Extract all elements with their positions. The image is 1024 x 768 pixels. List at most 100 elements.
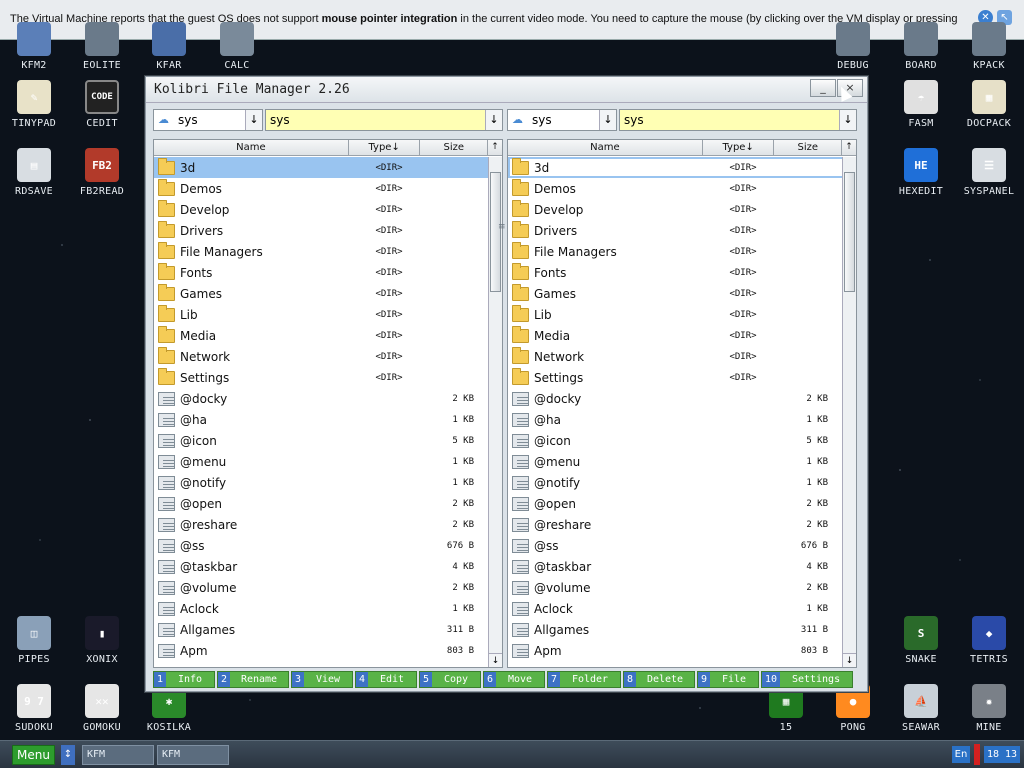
file-row[interactable]: Allgames 311 B (154, 619, 490, 640)
column-header-type[interactable]: Type↓ (349, 140, 421, 155)
fkey-settings-button[interactable]: 10 Settings (761, 671, 853, 688)
fkey-file-button[interactable]: 9 File (697, 671, 759, 688)
file-row[interactable]: @notify 1 KB (508, 472, 844, 493)
right-scrollbar[interactable]: ↓ (842, 157, 856, 667)
file-row[interactable]: File Managers <DIR> (154, 241, 490, 262)
scroll-up-button[interactable]: ↑ (842, 140, 856, 155)
left-scrollbar[interactable]: ↓ (488, 157, 502, 667)
file-row[interactable]: @reshare 2 KB (154, 514, 490, 535)
desktop-icon-tinypad[interactable]: ✎ TINYPAD (0, 80, 68, 129)
desktop-icon-eolite[interactable]: EOLITE (68, 22, 136, 71)
desktop-icon-gomoku[interactable]: ✕✕ GOMOKU (68, 684, 136, 733)
desktop-icon-xonix[interactable]: ▮ XONIX (68, 616, 136, 665)
file-row[interactable]: Network <DIR> (154, 346, 490, 367)
fkey-info-button[interactable]: 1 Info (153, 671, 215, 688)
menu-button[interactable]: Menu (12, 745, 55, 765)
file-row[interactable]: Media <DIR> (154, 325, 490, 346)
fkey-edit-button[interactable]: 4 Edit (355, 671, 417, 688)
file-row[interactable]: @docky 2 KB (154, 388, 490, 409)
file-row[interactable]: Allgames 311 B (508, 619, 844, 640)
fkey-move-button[interactable]: 6 Move (483, 671, 545, 688)
file-row[interactable]: @open 2 KB (154, 493, 490, 514)
taskbar-item-kfm[interactable]: KFM (157, 745, 229, 765)
file-row[interactable]: Demos <DIR> (508, 178, 844, 199)
file-row[interactable]: Demos <DIR> (154, 178, 490, 199)
file-row[interactable]: Media <DIR> (508, 325, 844, 346)
file-row[interactable]: @menu 1 KB (508, 451, 844, 472)
column-header-name[interactable]: Name (154, 140, 349, 155)
file-row[interactable]: 3d <DIR> (508, 157, 844, 178)
desktop-icon-rdsave[interactable]: ▤ RDSAVE (0, 148, 68, 197)
desktop-icon-cedit[interactable]: CODE CEDIT (68, 80, 136, 129)
file-row[interactable]: File Managers <DIR> (508, 241, 844, 262)
scroll-down-button[interactable]: ↓ (489, 653, 502, 667)
chevron-down-icon[interactable]: ↓ (245, 110, 262, 130)
file-row[interactable]: @ha 1 KB (154, 409, 490, 430)
file-row[interactable]: Aclock 1 KB (508, 598, 844, 619)
fkey-copy-button[interactable]: 5 Copy (419, 671, 481, 688)
file-row[interactable]: Fonts <DIR> (508, 262, 844, 283)
file-row[interactable]: Games <DIR> (154, 283, 490, 304)
fkey-view-button[interactable]: 3 View (291, 671, 353, 688)
file-row[interactable]: @reshare 2 KB (508, 514, 844, 535)
file-row[interactable]: @taskbar 4 KB (154, 556, 490, 577)
desktop-icon-hexedit[interactable]: HE HEXEDIT (887, 148, 955, 197)
left-drive-select[interactable]: ☁ sys ↓ (153, 109, 263, 131)
desktop-icon-pipes[interactable]: ◫ PIPES (0, 616, 68, 665)
desktop-icon-kpack[interactable]: KPACK (955, 22, 1023, 71)
desktop-icon-debug[interactable]: DEBUG (819, 22, 887, 71)
splitter-grip-icon[interactable]: ≡ (498, 222, 506, 232)
file-row[interactable]: @notify 1 KB (154, 472, 490, 493)
file-row[interactable]: Settings <DIR> (154, 367, 490, 388)
desktop-icon-mine[interactable]: ✹ MINE (955, 684, 1023, 733)
window-titlebar[interactable]: Kolibri File Manager 2.26 _ × (146, 77, 867, 103)
file-row[interactable]: Games <DIR> (508, 283, 844, 304)
file-row[interactable]: @icon 5 KB (154, 430, 490, 451)
file-row[interactable]: Apm 803 B (154, 640, 490, 661)
right-scrollbar-thumb[interactable] (844, 172, 855, 292)
desktop-icon-tetris[interactable]: ◆ TETRIS (955, 616, 1023, 665)
fkey-delete-button[interactable]: 8 Delete (623, 671, 695, 688)
desktop-icon-kfm2[interactable]: KFM2 (0, 22, 68, 71)
file-row[interactable]: Develop <DIR> (154, 199, 490, 220)
desktop-icon-board[interactable]: BOARD (887, 22, 955, 71)
desktop-icon-kfar[interactable]: KFAR (135, 22, 203, 71)
file-row[interactable]: Fonts <DIR> (154, 262, 490, 283)
file-row[interactable]: 3d <DIR> (154, 157, 490, 178)
language-indicator[interactable]: En (952, 746, 970, 763)
scroll-up-button[interactable]: ↑ (488, 140, 502, 155)
fkey-rename-button[interactable]: 2 Rename (217, 671, 289, 688)
chevron-down-icon[interactable]: ↓ (599, 110, 616, 130)
desktop-icon-snake[interactable]: S SNAKE (887, 616, 955, 665)
file-row[interactable]: @open 2 KB (508, 493, 844, 514)
file-row[interactable]: Drivers <DIR> (508, 220, 844, 241)
file-row[interactable]: @volume 2 KB (508, 577, 844, 598)
file-row[interactable]: Lib <DIR> (508, 304, 844, 325)
column-header-size[interactable]: Size (774, 140, 843, 155)
chevron-down-icon[interactable]: ↓ (485, 110, 502, 130)
minimize-button[interactable]: _ (810, 79, 836, 97)
file-row[interactable]: Apm 803 B (508, 640, 844, 661)
desktop-icon-syspanel[interactable]: ☰ SYSPANEL (955, 148, 1023, 197)
file-row[interactable]: @ha 1 KB (508, 409, 844, 430)
left-scrollbar-thumb[interactable] (490, 172, 501, 292)
desktop-icon-docpack[interactable]: ▦ DOCPACK (955, 80, 1023, 129)
column-header-name[interactable]: Name (508, 140, 703, 155)
file-row[interactable]: Lib <DIR> (154, 304, 490, 325)
desktop-icon-calc[interactable]: CALC (203, 22, 271, 71)
desktop-icon-seawar[interactable]: ⛵ SEAWAR (887, 684, 955, 733)
file-row[interactable]: @ss 676 B (508, 535, 844, 556)
column-header-size[interactable]: Size (420, 140, 489, 155)
file-row[interactable]: @taskbar 4 KB (508, 556, 844, 577)
desktop-icon-fb2read[interactable]: FB2 FB2READ (68, 148, 136, 197)
file-row[interactable]: Aclock 1 KB (154, 598, 490, 619)
taskbar-item-kfm[interactable]: KFM (82, 745, 154, 765)
file-row[interactable]: @menu 1 KB (154, 451, 490, 472)
taskbar-arrow-icon[interactable]: ↕ (61, 745, 75, 765)
file-row[interactable]: @docky 2 KB (508, 388, 844, 409)
right-path-field[interactable]: sys ↓ (619, 109, 857, 131)
file-row[interactable]: @ss 676 B (154, 535, 490, 556)
file-row[interactable]: Drivers <DIR> (154, 220, 490, 241)
left-path-field[interactable]: sys ↓ (265, 109, 503, 131)
scroll-down-button[interactable]: ↓ (843, 653, 856, 667)
